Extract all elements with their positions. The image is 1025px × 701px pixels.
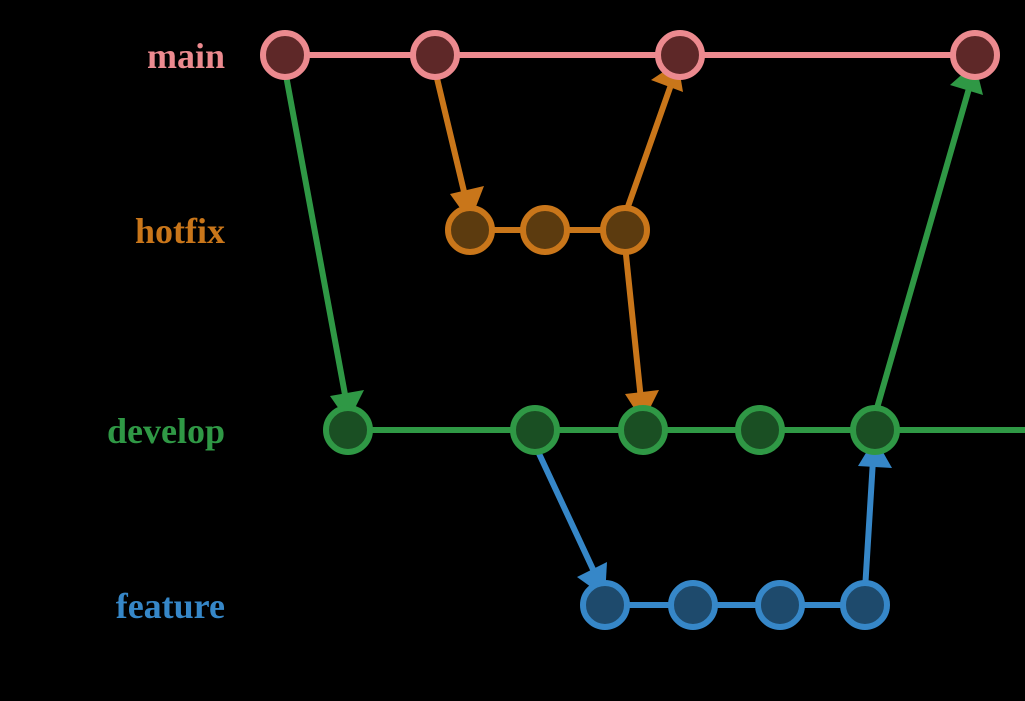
commit-hotfix (603, 208, 647, 252)
commit-hotfix (523, 208, 567, 252)
arrow-main-to-hotfix (435, 70, 484, 222)
commit-develop (853, 408, 897, 452)
commit-develop (621, 408, 665, 452)
commit-feature (758, 583, 802, 627)
commit-main (953, 33, 997, 77)
commit-hotfix (448, 208, 492, 252)
commit-feature (843, 583, 887, 627)
commit-feature (583, 583, 627, 627)
arrow-main-to-develop (285, 70, 364, 422)
commit-main (263, 33, 307, 77)
arrow-develop-to-main (875, 63, 983, 415)
commit-feature (671, 583, 715, 627)
commit-main (658, 33, 702, 77)
commit-develop (513, 408, 557, 452)
arrow-hotfix-to-main (625, 62, 683, 215)
arrow-develop-to-feature (535, 445, 607, 597)
arrow-feature-to-develop (858, 438, 892, 590)
commit-develop (326, 408, 370, 452)
commit-main (413, 33, 457, 77)
branch-label-main: main (147, 36, 225, 76)
commit-develop (738, 408, 782, 452)
branch-label-hotfix: hotfix (135, 211, 225, 251)
branch-label-develop: develop (107, 411, 225, 451)
branch-label-feature: feature (116, 586, 225, 626)
arrow-hotfix-to-develop (625, 245, 659, 422)
